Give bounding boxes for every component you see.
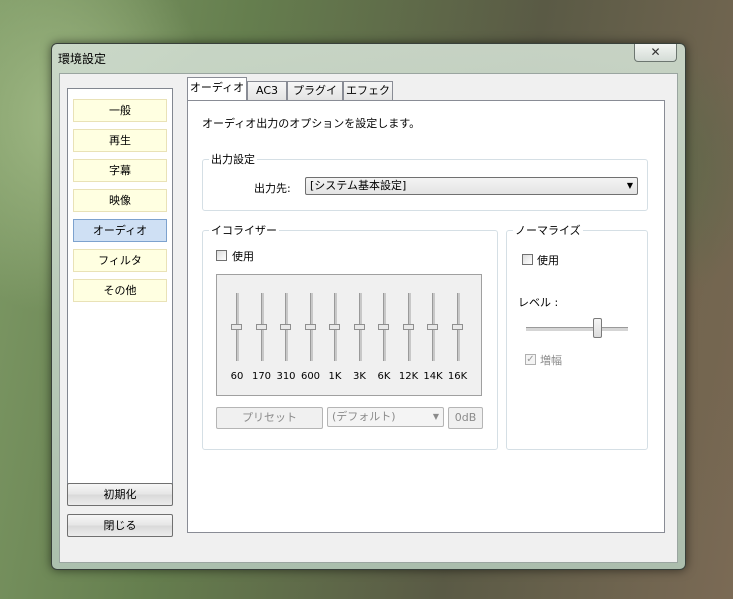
- sidebar-item-other[interactable]: その他: [73, 279, 167, 302]
- amplify-checkbox[interactable]: ✓: [525, 354, 536, 365]
- chevron-down-icon: ▼: [626, 181, 633, 190]
- amplify-label: 増幅: [540, 354, 562, 367]
- eq-slider[interactable]: [329, 324, 340, 330]
- preset-select[interactable]: (デフォルト) ▼: [327, 407, 444, 427]
- normalize-legend: ノーマライズ: [515, 224, 581, 237]
- tab-effect[interactable]: エフェクト: [343, 81, 393, 114]
- preset-select-value: (デフォルト): [332, 410, 396, 423]
- output-settings-legend: 出力設定: [211, 153, 255, 166]
- checkmark-icon: ✓: [526, 354, 535, 365]
- output-destination-select[interactable]: [システム基本設定] ▼: [305, 177, 638, 195]
- tab-audio[interactable]: オーディオ: [187, 77, 247, 100]
- normalize-level-track: [526, 327, 628, 332]
- settings-window: 環境設定 ✕ 一般 再生 字幕 映像 オーディオ フィルタ その他 初期化 閉じ…: [51, 43, 686, 570]
- eq-band-label: 16K: [447, 371, 468, 382]
- normalize-level-slider[interactable]: [593, 318, 603, 338]
- eq-slider[interactable]: [378, 324, 389, 330]
- sidebar-item-general[interactable]: 一般: [73, 99, 167, 122]
- eq-band: 16K: [446, 289, 470, 385]
- audio-description: オーディオ出力のオプションを設定します。: [202, 117, 421, 130]
- eq-slider[interactable]: [402, 324, 414, 330]
- equalizer-enable-checkbox[interactable]: [216, 250, 227, 261]
- sidebar-item-subtitle[interactable]: 字幕: [73, 159, 167, 182]
- normalize-level-label: レベル :: [518, 296, 559, 309]
- zero-db-button[interactable]: 0dB: [448, 407, 483, 429]
- window-close-button[interactable]: ✕: [634, 44, 677, 62]
- reset-button[interactable]: 初期化: [67, 483, 173, 506]
- close-button[interactable]: 閉じる: [67, 514, 173, 537]
- category-list: 一般 再生 字幕 映像 オーディオ フィルタ その他: [67, 88, 173, 498]
- sidebar-item-audio[interactable]: オーディオ: [73, 219, 167, 242]
- equalizer-legend: イコライザー: [211, 224, 277, 237]
- output-destination-value: [システム基本設定]: [310, 179, 407, 192]
- eq-slider[interactable]: [280, 324, 291, 330]
- tab-ac3[interactable]: AC3: [247, 81, 287, 100]
- eq-slider[interactable]: [451, 324, 463, 330]
- equalizer-enable-label: 使用: [232, 250, 254, 263]
- preset-button[interactable]: プリセット: [216, 407, 323, 429]
- tab-plugin[interactable]: プラグイン: [287, 81, 343, 114]
- output-destination-label: 出力先:: [254, 182, 291, 195]
- eq-slider[interactable]: [427, 324, 438, 330]
- close-icon: ✕: [650, 45, 661, 59]
- normalize-enable-checkbox[interactable]: [522, 254, 533, 265]
- sidebar-item-filter[interactable]: フィルタ: [73, 249, 167, 272]
- equalizer-sliders-box: 60 170 310 600 1K 3K 6K 12K 14K 16K: [216, 274, 482, 396]
- chevron-down-icon: ▼: [432, 412, 439, 421]
- eq-slider[interactable]: [231, 324, 242, 330]
- eq-slider[interactable]: [255, 324, 267, 330]
- window-title: 環境設定: [58, 52, 107, 66]
- eq-slider[interactable]: [304, 324, 316, 330]
- normalize-enable-label: 使用: [537, 254, 559, 267]
- audio-tab-panel: オーディオ出力のオプションを設定します。 出力設定 出力先: [システム基本設定…: [187, 100, 665, 533]
- sidebar-item-playback[interactable]: 再生: [73, 129, 167, 152]
- sidebar-item-video[interactable]: 映像: [73, 189, 167, 212]
- eq-slider[interactable]: [353, 324, 365, 330]
